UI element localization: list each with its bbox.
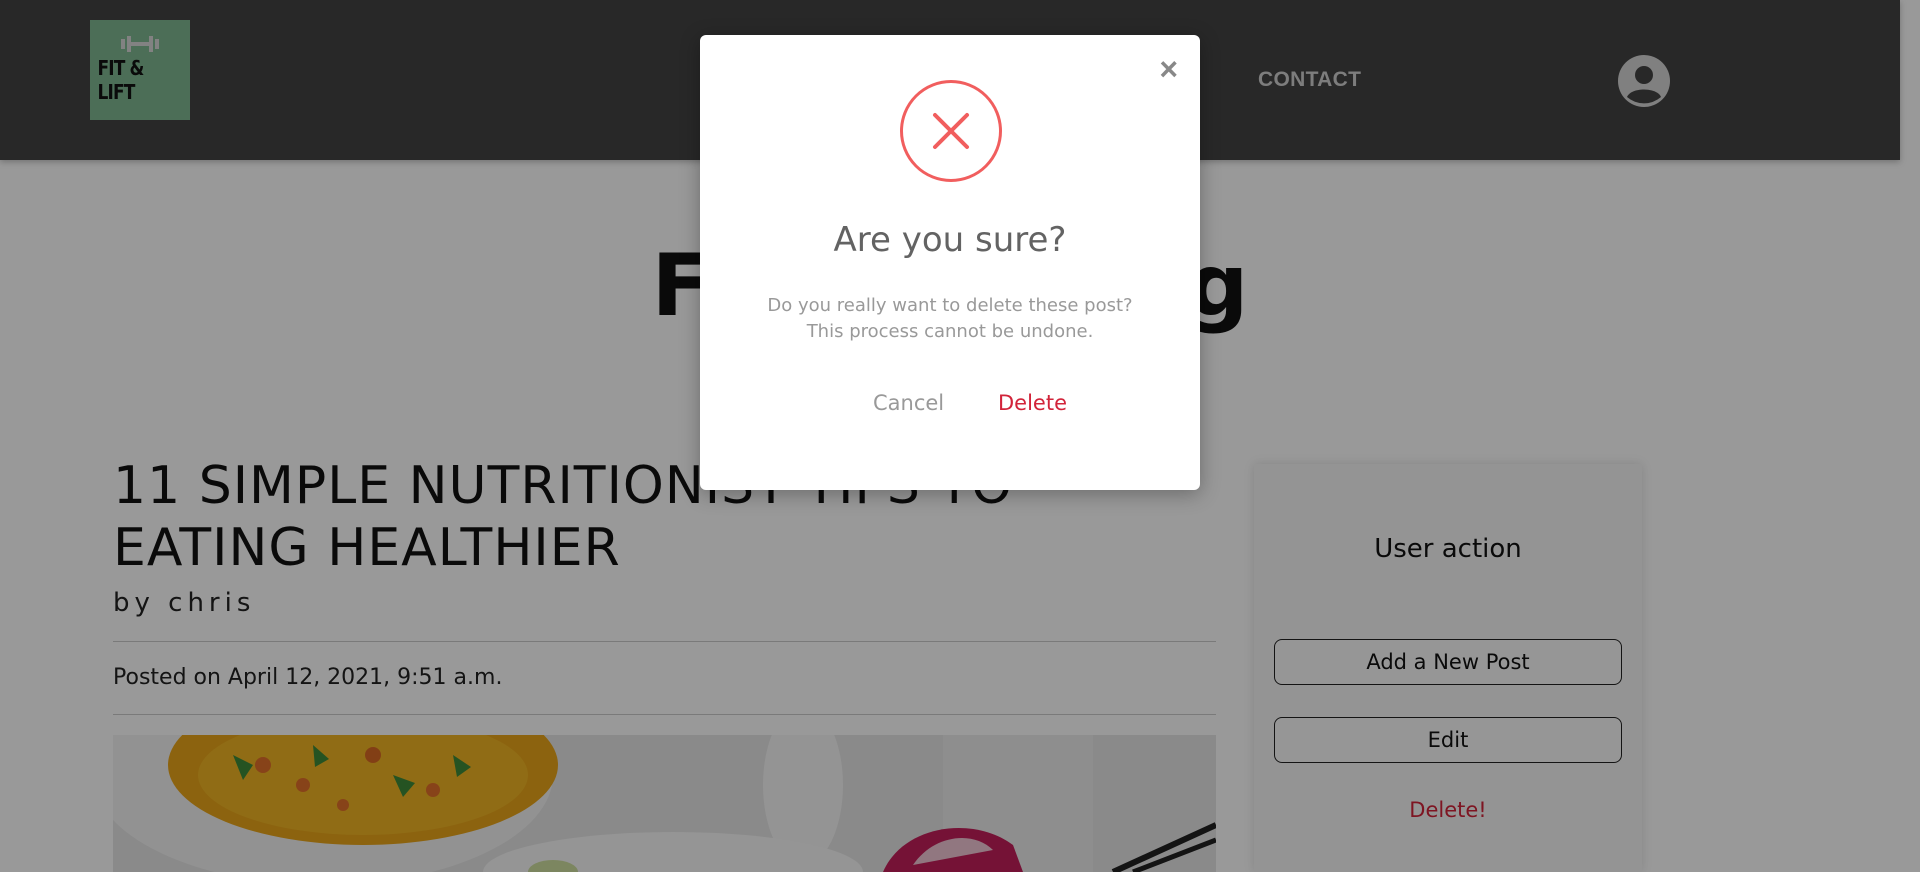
confirm-delete-button[interactable]: Delete: [998, 391, 1067, 415]
x-circle-icon: [900, 80, 1002, 182]
close-icon[interactable]: ×: [1159, 53, 1178, 85]
modal-message: Do you really want to delete these post?…: [700, 293, 1200, 345]
confirm-delete-modal: × Are you sure? Do you really want to de…: [700, 35, 1200, 490]
modal-message-line: Do you really want to delete these post?: [767, 295, 1133, 316]
cancel-button[interactable]: Cancel: [873, 391, 944, 415]
modal-message-line: This process cannot be undone.: [806, 321, 1094, 342]
modal-heading: Are you sure?: [833, 220, 1067, 260]
